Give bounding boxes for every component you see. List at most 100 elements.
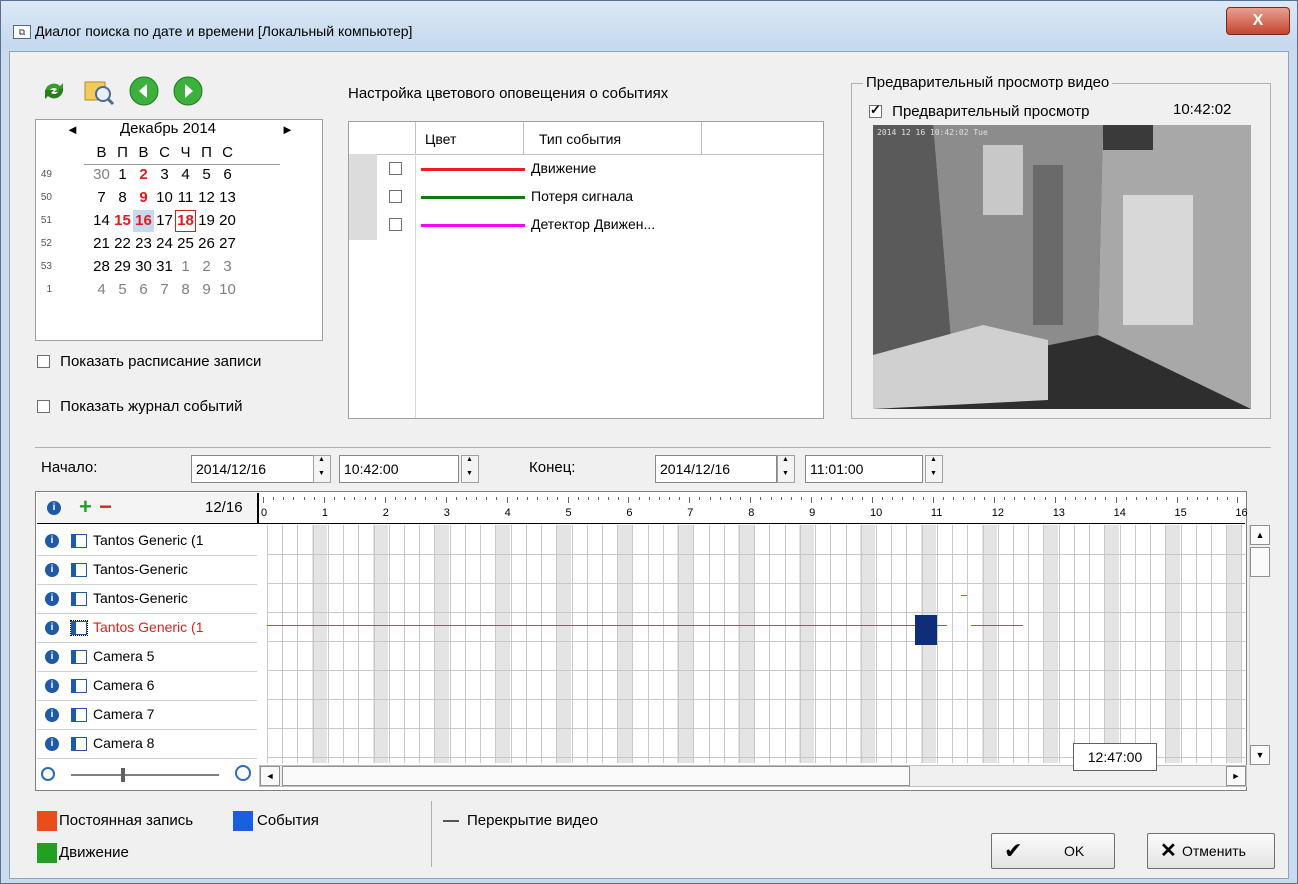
show-schedule-checkbox[interactable] — [37, 354, 50, 368]
show-log-option[interactable]: Показать журнал событий — [37, 398, 243, 415]
camera-info-icon[interactable]: i — [45, 679, 59, 693]
zoom-thumb[interactable] — [121, 768, 125, 782]
calendar-day[interactable]: 8 — [175, 279, 196, 301]
camera-info-icon[interactable]: i — [45, 534, 59, 548]
camera-row[interactable]: i Tantos-Generic — [37, 556, 257, 585]
title-bar[interactable]: ⧉ Диалог поиска по дате и времени [Локал… — [1, 1, 1297, 49]
calendar-day[interactable]: 14 — [91, 210, 112, 232]
camera-info-icon[interactable]: i — [45, 708, 59, 722]
calendar-day[interactable]: 30 — [133, 256, 154, 278]
camera-info-icon[interactable]: i — [45, 592, 59, 606]
camera-row[interactable]: i Tantos Generic (1 — [37, 614, 257, 643]
calendar-day[interactable]: 1 — [175, 256, 196, 278]
video-preview[interactable]: 2014 12 16 10:42:02 Tue — [873, 125, 1251, 409]
calendar-day[interactable]: 23 — [133, 233, 154, 255]
calendar-day[interactable]: 8 — [112, 187, 133, 209]
refresh-icon[interactable] — [39, 76, 69, 106]
color-event-checkbox[interactable] — [389, 162, 402, 175]
start-date-spinner[interactable] — [313, 455, 331, 483]
calendar-day[interactable]: 4 — [91, 279, 112, 301]
calendar-day[interactable]: 2 — [133, 164, 154, 186]
calendar-day[interactable]: 16 — [133, 210, 154, 232]
zoom-in-icon[interactable] — [235, 765, 251, 781]
time-ruler[interactable]: 0 1 2 3 4 5 6 7 8 9 10 11 12 13 14 15 16 — [259, 493, 1248, 524]
calendar-day[interactable]: 24 — [154, 233, 175, 255]
zoom-out-minus-icon[interactable]: − — [99, 496, 112, 518]
start-date-field[interactable]: 2014/12/16 — [191, 455, 315, 483]
calendar-day[interactable]: 1 — [112, 164, 133, 186]
camera-info-icon[interactable]: i — [45, 563, 59, 577]
scroll-down-button[interactable]: ▼ — [1250, 745, 1270, 765]
calendar-day[interactable]: 19 — [196, 210, 217, 232]
timeline-grid[interactable] — [267, 525, 1245, 763]
show-schedule-option[interactable]: Показать расписание записи — [37, 353, 261, 370]
scroll-thumb[interactable] — [1250, 547, 1270, 577]
calendar-next-button[interactable]: ► — [281, 122, 294, 137]
close-button[interactable]: X — [1226, 7, 1290, 35]
calendar-day[interactable]: 3 — [154, 164, 175, 186]
calendar-day[interactable]: 22 — [112, 233, 133, 255]
calendar-day[interactable]: 7 — [91, 187, 112, 209]
calendar-day[interactable]: 2 — [196, 256, 217, 278]
calendar-day[interactable]: 17 — [154, 210, 175, 232]
start-time-spinner[interactable] — [461, 455, 479, 483]
calendar-day[interactable]: 7 — [154, 279, 175, 301]
camera-row[interactable]: i Camera 8 — [37, 730, 257, 759]
color-event-row[interactable]: Движение — [349, 156, 823, 184]
calendar-day[interactable]: 5 — [112, 279, 133, 301]
show-log-checkbox[interactable] — [37, 399, 50, 413]
calendar-day[interactable]: 9 — [196, 279, 217, 301]
preview-checkbox[interactable] — [869, 102, 882, 118]
calendar-day[interactable]: 4 — [175, 164, 196, 186]
calendar-day[interactable]: 12 — [196, 187, 217, 209]
camera-row[interactable]: i Tantos-Generic — [37, 585, 257, 614]
calendar-day[interactable]: 6 — [133, 279, 154, 301]
vertical-scrollbar[interactable]: ▲ ▼ — [1249, 525, 1270, 765]
zoom-out-icon[interactable] — [41, 767, 55, 781]
zoom-in-plus-icon[interactable]: + — [79, 496, 92, 518]
calendar-prev-button[interactable]: ◄ — [66, 122, 79, 137]
color-event-row[interactable]: Детектор Движен... — [349, 212, 823, 240]
next-arrow-icon[interactable] — [173, 76, 203, 106]
calendar-day[interactable]: 25 — [175, 233, 196, 255]
horizontal-scroll-thumb[interactable] — [282, 766, 910, 786]
color-event-checkbox[interactable] — [389, 190, 402, 203]
timeline-info-icon[interactable]: i — [47, 501, 61, 515]
camera-info-icon[interactable]: i — [45, 650, 59, 664]
calendar-day[interactable]: 3 — [217, 256, 238, 278]
camera-row[interactable]: i Camera 6 — [37, 672, 257, 701]
preview-option[interactable]: Предварительный просмотр — [869, 102, 1090, 120]
color-column-header[interactable]: Цвет — [425, 131, 456, 147]
camera-row[interactable]: i Camera 5 — [37, 643, 257, 672]
scroll-left-button[interactable]: ◄ — [260, 766, 280, 786]
calendar-day[interactable]: 20 — [217, 210, 238, 232]
camera-row[interactable]: i Camera 7 — [37, 701, 257, 730]
calendar-day[interactable]: 15 — [112, 210, 133, 232]
camera-row[interactable]: i Tantos Generic (1 — [37, 527, 257, 556]
search-folder-icon[interactable] — [83, 76, 115, 106]
scroll-up-button[interactable]: ▲ — [1250, 525, 1270, 545]
cancel-button[interactable]: ✕ Отменить — [1147, 833, 1275, 869]
start-time-field[interactable]: 10:42:00 — [339, 455, 459, 483]
calendar-day[interactable]: 10 — [217, 279, 238, 301]
calendar-day[interactable]: 28 — [91, 256, 112, 278]
calendar-day[interactable]: 26 — [196, 233, 217, 255]
camera-info-icon[interactable]: i — [45, 737, 59, 751]
calendar-day[interactable]: 30 — [91, 164, 112, 186]
calendar-day[interactable]: 27 — [217, 233, 238, 255]
color-event-row[interactable]: Потеря сигнала — [349, 184, 823, 212]
calendar-day[interactable]: 29 — [112, 256, 133, 278]
prev-arrow-icon[interactable] — [129, 76, 159, 106]
calendar-day[interactable]: 13 — [217, 187, 238, 209]
calendar-day[interactable]: 10 — [154, 187, 175, 209]
end-date-field[interactable]: 2014/12/16 — [655, 455, 777, 483]
end-time-field[interactable]: 11:01:00 — [805, 455, 923, 483]
camera-info-icon[interactable]: i — [45, 621, 59, 635]
calendar-day[interactable]: 18 — [175, 210, 196, 232]
calendar-day[interactable]: 31 — [154, 256, 175, 278]
calendar-day[interactable]: 6 — [217, 164, 238, 186]
calendar-day[interactable]: 9 — [133, 187, 154, 209]
color-event-checkbox[interactable] — [389, 218, 402, 231]
scroll-right-button[interactable]: ► — [1226, 766, 1246, 786]
type-column-header[interactable]: Тип события — [539, 131, 621, 147]
